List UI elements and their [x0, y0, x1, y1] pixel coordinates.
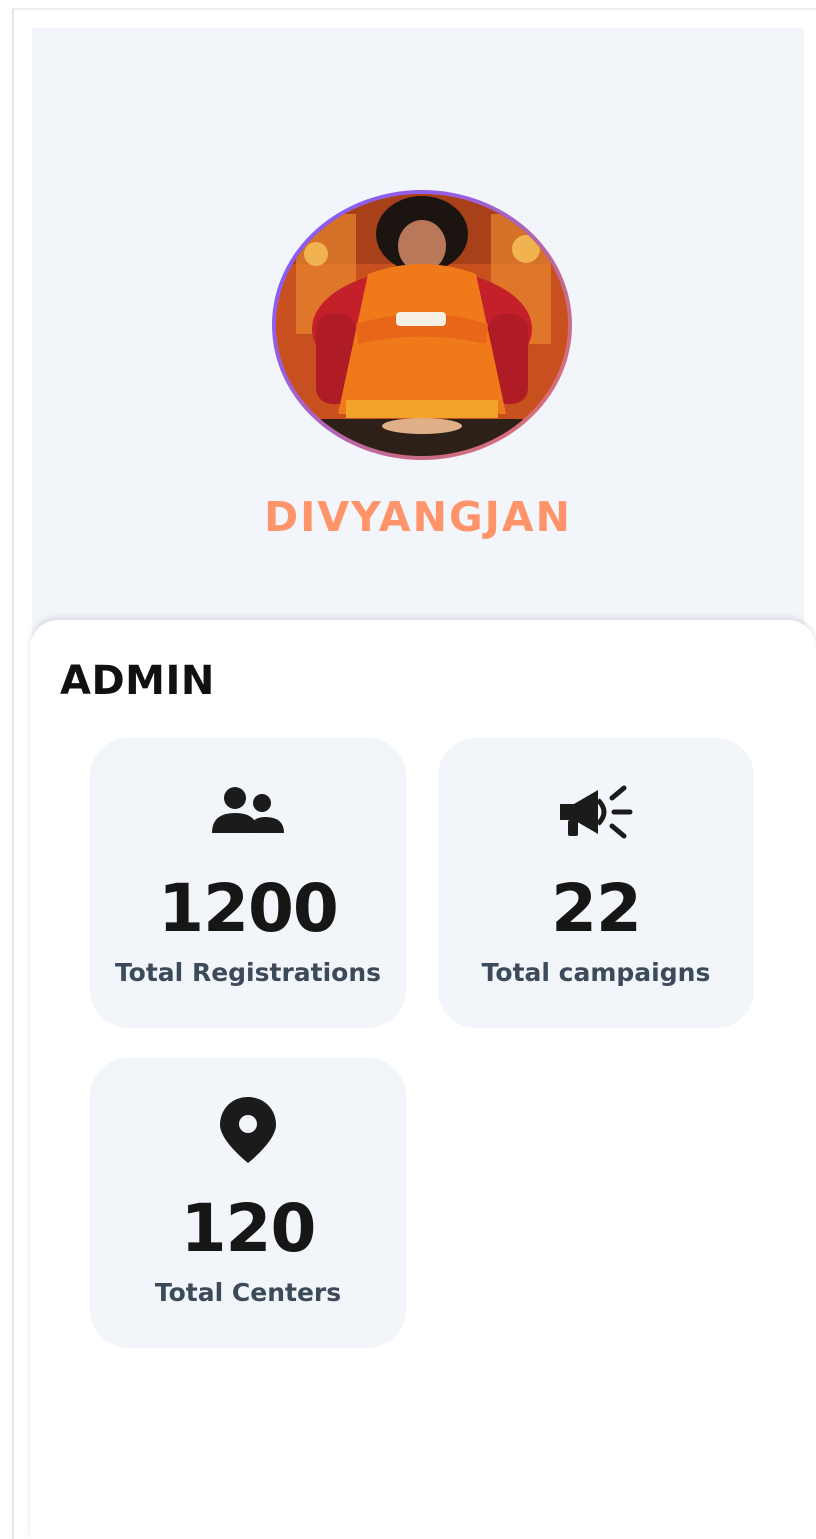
app-brand-name: DIVYANGJAN — [264, 493, 572, 541]
stat-label: Total campaigns — [481, 958, 711, 987]
stat-value: 1200 — [158, 870, 339, 947]
avatar[interactable] — [272, 190, 572, 460]
stat-card-centers[interactable]: 120 Total Centers — [90, 1058, 406, 1348]
stat-label: Total Registrations — [114, 958, 382, 987]
stat-value: 22 — [551, 870, 642, 947]
section-title: ADMIN — [60, 658, 215, 704]
stat-card-registrations[interactable]: 1200 Total Registrations — [90, 738, 406, 1028]
users-icon — [90, 782, 406, 842]
profile-photo — [276, 194, 568, 456]
stat-card-campaigns[interactable]: 22 Total campaigns — [438, 738, 754, 1028]
stat-label: Total Centers — [154, 1278, 342, 1307]
stat-value: 120 — [180, 1190, 317, 1267]
location-pin-icon — [90, 1094, 406, 1166]
megaphone-icon — [438, 782, 754, 842]
